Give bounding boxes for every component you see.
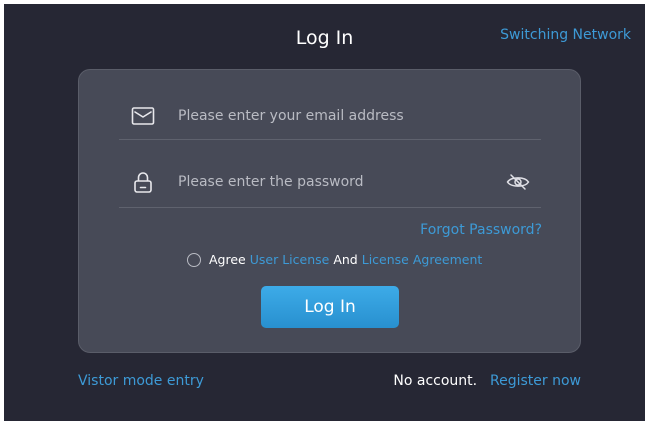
visitor-mode-link[interactable]: Vistor mode entry [78, 372, 204, 390]
password-input[interactable] [178, 168, 488, 196]
register-link[interactable]: Register now [490, 373, 581, 389]
envelope-icon [131, 104, 155, 128]
no-account-label: No account. [393, 373, 478, 389]
login-card: Forgot Password? Agree User License And … [78, 69, 581, 353]
register-row: No account. Register now [393, 372, 581, 390]
password-field-row [119, 162, 541, 208]
and-label: And [333, 252, 358, 267]
email-field-row [119, 96, 541, 140]
agreement-row: Agree User License And License Agreement [187, 251, 482, 269]
email-input[interactable] [178, 102, 488, 130]
lock-icon [131, 170, 155, 194]
license-agreement-link[interactable]: License Agreement [362, 251, 483, 269]
eye-slash-icon[interactable] [505, 171, 531, 193]
login-button[interactable]: Log In [261, 286, 399, 328]
agree-label: Agree [209, 252, 246, 267]
login-screen: Log In Switching Network Please enter yo… [4, 4, 645, 421]
agree-radio[interactable] [187, 253, 201, 267]
forgot-password-link[interactable]: Forgot Password? [420, 221, 542, 239]
user-license-link[interactable]: User License [250, 251, 330, 269]
switch-network-link[interactable]: Switching Network [500, 26, 631, 44]
